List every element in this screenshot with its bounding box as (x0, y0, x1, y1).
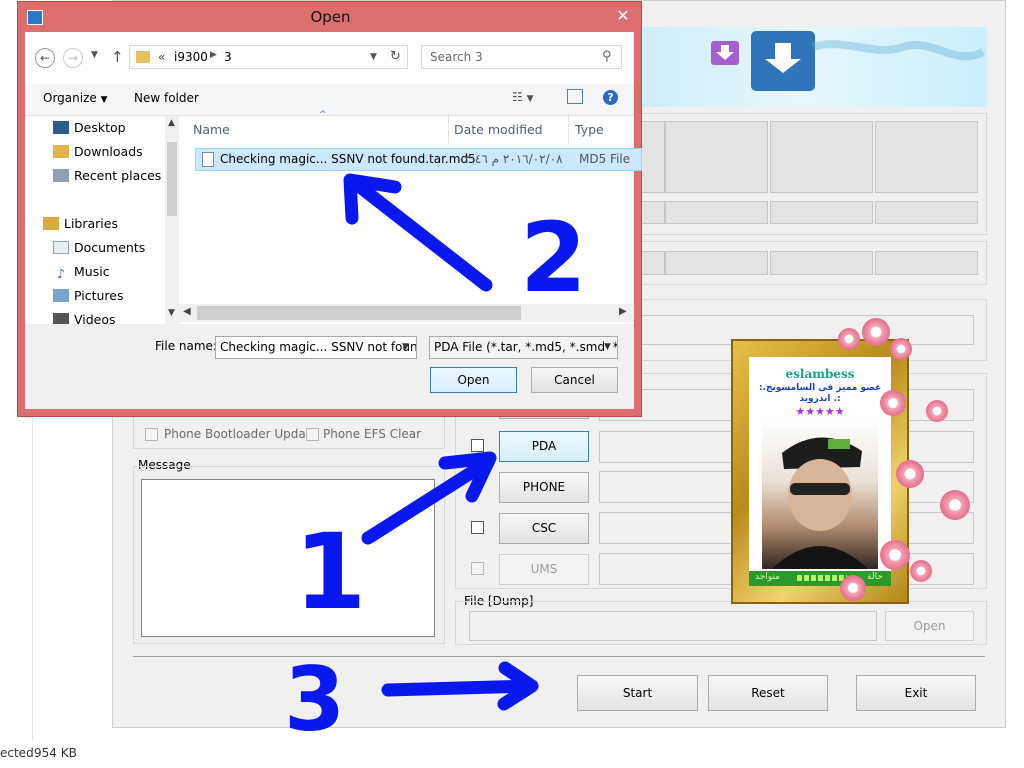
forward-icon[interactable]: → (63, 48, 83, 68)
organize-menu[interactable]: Organize ▼ (43, 91, 108, 105)
flower-icon (862, 318, 890, 346)
pictures-icon (53, 289, 69, 302)
nav-desktop[interactable]: Desktop (53, 118, 126, 138)
address-dropdown-icon[interactable]: ▼ (370, 52, 377, 62)
avatar-photo (772, 437, 868, 569)
sort-arrow-icon: ^ (319, 110, 327, 120)
file-date: ٢٠١٦/٠٢/٠٨ م ٠٣:٤٦ (458, 152, 563, 166)
ums-checkbox[interactable] (471, 562, 484, 575)
recent-places-icon (53, 169, 69, 182)
back-icon[interactable]: ← (35, 48, 55, 68)
statusbar-selected: ected (0, 746, 34, 760)
desktop-icon (53, 121, 69, 134)
annotation-1: 1 (294, 511, 367, 633)
message-textarea[interactable] (141, 479, 435, 637)
flower-icon (896, 460, 924, 488)
column-type[interactable]: Type (575, 116, 604, 144)
csc-checkbox[interactable] (471, 521, 484, 534)
reset-button[interactable]: Reset (708, 675, 828, 711)
statusbar-size: 954 KB (34, 746, 77, 760)
filename-input[interactable]: Checking magic... SSNV not found ▼ (215, 336, 417, 359)
file-type: MD5 File (579, 152, 631, 166)
libraries-icon (43, 217, 59, 230)
filetype-select[interactable]: PDA File (*.tar, *.md5, *.smd, *.g ▼ (429, 336, 618, 359)
column-date[interactable]: Date modified (454, 116, 543, 144)
nav-downloads[interactable]: Downloads (53, 142, 143, 162)
phone-button[interactable]: PHONE (499, 472, 589, 503)
nav-libraries[interactable]: Libraries (43, 214, 118, 234)
folder-icon (136, 51, 150, 63)
dump-open-button[interactable]: Open (885, 611, 974, 641)
filename-dropdown-icon: ▼ (402, 342, 409, 352)
dump-path (469, 611, 877, 641)
frame-stars: ★★★★★ (795, 405, 845, 418)
search-box[interactable]: Search 3 ⚲ (421, 45, 622, 69)
bootloader-update-checkbox[interactable] (145, 428, 158, 441)
flower-icon (880, 540, 910, 570)
file-icon (202, 152, 214, 167)
file-name: Checking magic... SSNV not found.tar.md5 (220, 152, 476, 166)
breadcrumb-3[interactable]: 3 (224, 50, 232, 64)
efs-clear-label: Phone EFS Clear (323, 427, 422, 441)
videos-icon (53, 313, 69, 324)
dialog-title: Open (310, 8, 351, 26)
flower-icon (890, 338, 912, 360)
status-bar: متواجد حالة (749, 571, 891, 586)
up-icon[interactable]: ↑ (111, 48, 124, 66)
search-icon: ⚲ (602, 49, 612, 64)
breadcrumb-i9300[interactable]: i9300 (174, 50, 208, 64)
view-icon[interactable]: ☷ ▼ (512, 90, 534, 104)
flower-icon (940, 490, 970, 520)
ums-button[interactable]: UMS (499, 554, 589, 585)
bootloader-update-label: Phone Bootloader Update (164, 427, 318, 441)
preview-pane-icon[interactable] (567, 89, 583, 104)
nav-videos[interactable]: Videos (53, 310, 116, 324)
csc-button[interactable]: CSC (499, 513, 589, 544)
help-icon[interactable]: ? (603, 90, 618, 105)
address-bar[interactable]: « i9300 ▶ 3 ▼ ↻ (129, 45, 408, 69)
flower-icon (840, 575, 866, 601)
frame-status: متواجد (755, 572, 780, 582)
annotation-3: 3 (284, 648, 346, 751)
flower-icon (880, 390, 906, 416)
downloads-icon (53, 145, 69, 158)
filetype-dropdown-icon: ▼ (604, 337, 611, 358)
cancel-button[interactable]: Cancel (531, 367, 618, 393)
new-folder-button[interactable]: New folder (134, 91, 199, 105)
pda-checkbox[interactable] (471, 439, 484, 452)
close-icon[interactable]: ✕ (608, 5, 638, 27)
nav-documents[interactable]: Documents (53, 238, 145, 258)
nav-recent-places[interactable]: Recent places (53, 166, 161, 186)
column-name[interactable]: Name (193, 116, 230, 144)
frame-status-2: حالة (867, 572, 883, 582)
file-row[interactable]: Checking magic... SSNV not found.tar.md5… (195, 148, 642, 171)
music-icon: ♪ (57, 266, 65, 281)
search-input[interactable]: Search 3 (430, 50, 483, 64)
annotation-2: 2 (520, 202, 587, 314)
refresh-icon[interactable]: ↻ (390, 49, 401, 64)
filename-label: File name: (155, 339, 217, 353)
avatar (762, 423, 878, 569)
start-button[interactable]: Start (577, 675, 698, 711)
nav-pictures[interactable]: Pictures (53, 286, 124, 306)
frame-username: eslambess (785, 367, 855, 381)
recent-dropdown-icon[interactable]: ▼ (91, 50, 98, 60)
flower-icon (838, 328, 860, 350)
documents-icon (53, 241, 69, 254)
navigation-pane: Desktop Downloads Recent places Librarie… (25, 116, 178, 324)
frame-caption: :.عضو مميز فى السامسونج اندرويد .: (758, 383, 882, 404)
flower-icon (910, 560, 932, 582)
efs-clear-checkbox[interactable] (306, 428, 319, 441)
exit-button[interactable]: Exit (856, 675, 976, 711)
open-button[interactable]: Open (430, 367, 517, 393)
nav-music[interactable]: ♪ Music (53, 262, 110, 282)
flower-icon (926, 400, 948, 422)
pda-button[interactable]: PDA (499, 431, 589, 462)
dialog-toolbar: Organize ▼ New folder ☷ ▼ ? (25, 84, 634, 116)
nav-scrollbar[interactable]: ▲ ▼ (165, 116, 179, 324)
